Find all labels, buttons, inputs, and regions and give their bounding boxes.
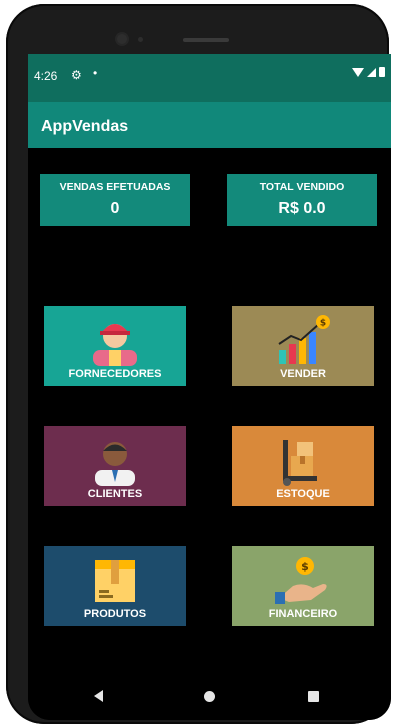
home-icon[interactable] <box>204 691 215 702</box>
tile-label: FORNECEDORES <box>68 368 162 380</box>
tile-label: PRODUTOS <box>83 608 147 620</box>
estoque-button[interactable]: ESTOQUE <box>232 426 374 506</box>
app-title: AppVendas <box>41 118 129 135</box>
financeiro-button[interactable]: $ FINANCEIRO <box>232 546 374 626</box>
dot-icon: • <box>93 66 98 80</box>
screen: 4:26 ⚙ • AppVendas VENDAS EFETUADAS 0 TO… <box>28 54 391 720</box>
status-time: 4:26 <box>34 69 58 83</box>
tile-label: CLIENTES <box>87 488 143 500</box>
stat-total-vendido: TOTAL VENDIDO R$ 0.0 <box>227 174 377 226</box>
phone-frame: 4:26 ⚙ • AppVendas VENDAS EFETUADAS 0 TO… <box>6 4 391 724</box>
box-icon <box>95 560 135 602</box>
battery-icon <box>379 67 385 77</box>
tile-label: ESTOQUE <box>276 488 330 500</box>
navigation-bar <box>28 674 391 720</box>
vender-button[interactable]: $ VENDER <box>232 306 374 386</box>
gear-icon: ⚙ <box>71 68 82 82</box>
delivery-person-icon <box>93 324 137 366</box>
hand-truck-box-icon <box>283 440 317 486</box>
fornecedores-button[interactable]: FORNECEDORES <box>44 306 186 386</box>
signal-icon <box>367 67 376 77</box>
wifi-icon <box>352 67 364 77</box>
clientes-button[interactable]: CLIENTES <box>44 426 186 506</box>
proximity-sensor <box>138 37 143 42</box>
stat-value: R$ 0.0 <box>278 200 326 217</box>
tile-label: FINANCEIRO <box>268 608 338 620</box>
growth-chart-icon: $ <box>278 315 330 364</box>
client-person-icon <box>95 442 135 486</box>
status-bar: 4:26 ⚙ • <box>28 54 391 102</box>
svg-text:$: $ <box>301 560 309 573</box>
earpiece-speaker <box>183 38 229 42</box>
stat-label: TOTAL VENDIDO <box>259 181 345 193</box>
hand-coin-icon: $ <box>275 557 327 604</box>
back-icon[interactable] <box>94 690 103 702</box>
tile-label: VENDER <box>280 368 326 380</box>
stat-value: 0 <box>110 200 120 217</box>
status-icons <box>352 67 385 77</box>
recents-icon[interactable] <box>308 691 319 702</box>
app-bar: AppVendas <box>28 102 391 148</box>
svg-text:$: $ <box>320 319 326 329</box>
front-camera <box>117 34 127 44</box>
stat-vendas-efetuadas: VENDAS EFETUADAS 0 <box>40 174 190 226</box>
stat-label: VENDAS EFETUADAS <box>59 181 171 193</box>
produtos-button[interactable]: PRODUTOS <box>44 546 186 626</box>
